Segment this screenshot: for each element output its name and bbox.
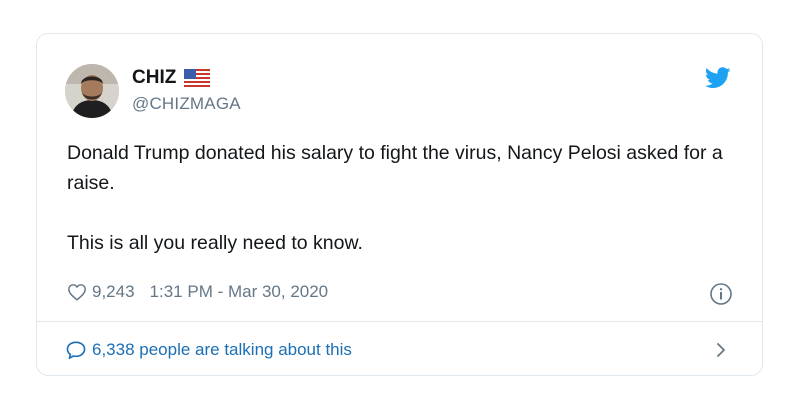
us-flag-icon	[184, 68, 211, 88]
twitter-bird-icon[interactable]	[705, 67, 731, 89]
talking-link[interactable]: 6,338 people are talking about this	[65, 337, 735, 363]
user-names: CHIZ @CHIZMAGA	[132, 66, 372, 114]
divider	[37, 321, 762, 322]
tweet-text: Donald Trump donated his salary to fight…	[67, 138, 747, 258]
user-handle[interactable]: @CHIZMAGA	[132, 94, 372, 114]
tweet-paragraph: Donald Trump donated his salary to fight…	[67, 142, 723, 194]
heart-icon[interactable]	[67, 283, 87, 301]
like-count[interactable]: 9,243	[92, 282, 135, 302]
tweet-meta: 9,243 1:31 PM - Mar 30, 2020	[67, 281, 737, 303]
timestamp[interactable]: 1:31 PM - Mar 30, 2020	[150, 282, 329, 302]
display-name[interactable]: CHIZ	[132, 67, 176, 89]
display-name-row: CHIZ	[132, 66, 372, 90]
chevron-right-icon[interactable]	[713, 340, 729, 360]
tweet-card: CHIZ @CHIZMAGA Donald Trump donated his …	[36, 33, 763, 376]
talking-text: 6,338 people are talking about this	[92, 340, 352, 359]
info-icon[interactable]	[709, 282, 733, 306]
tweet-paragraph: This is all you really need to know.	[67, 232, 363, 254]
avatar[interactable]	[65, 64, 119, 118]
speech-bubble-icon	[65, 340, 87, 360]
